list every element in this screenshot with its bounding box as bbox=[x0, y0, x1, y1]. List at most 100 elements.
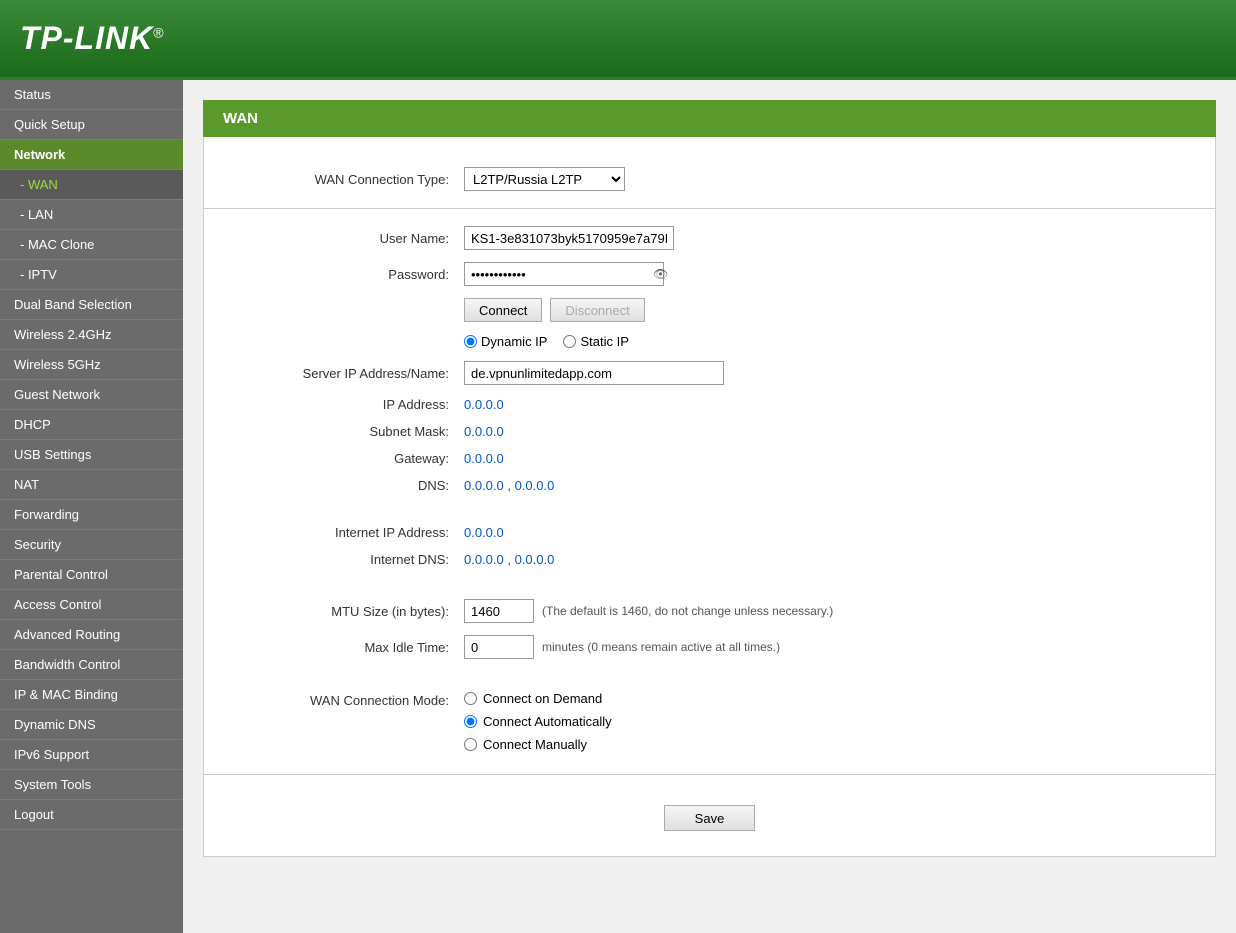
dynamic-ip-option[interactable]: Dynamic IP bbox=[464, 334, 547, 349]
sidebar-item-advanced-routing[interactable]: Advanced Routing bbox=[0, 620, 183, 650]
dynamic-ip-label: Dynamic IP bbox=[481, 334, 547, 349]
wan-connection-type-label: WAN Connection Type: bbox=[204, 172, 464, 187]
ip-address-value: 0.0.0.0 bbox=[464, 397, 504, 412]
password-input[interactable] bbox=[465, 263, 653, 285]
max-idle-input[interactable] bbox=[464, 635, 534, 659]
static-ip-radio[interactable] bbox=[563, 335, 576, 348]
connect-manually-label: Connect Manually bbox=[483, 737, 587, 752]
connect-btns-field: Connect Disconnect bbox=[464, 298, 1215, 322]
internet-dns-label: Internet DNS: bbox=[204, 552, 464, 567]
server-ip-row: Server IP Address/Name: bbox=[204, 359, 1215, 387]
disconnect-button[interactable]: Disconnect bbox=[550, 298, 644, 322]
main-layout: Status Quick Setup Network - WAN - LAN -… bbox=[0, 80, 1236, 933]
dns-value: 0.0.0.0 , 0.0.0.0 bbox=[464, 478, 554, 493]
mtu-input[interactable] bbox=[464, 599, 534, 623]
wan-connection-type-row: WAN Connection Type: L2TP/Russia L2TP Dy… bbox=[204, 165, 1215, 193]
sidebar-item-quick-setup[interactable]: Quick Setup bbox=[0, 110, 183, 140]
divider-1 bbox=[204, 208, 1215, 209]
wan-mode-label: WAN Connection Mode: bbox=[204, 691, 464, 708]
sidebar-item-wireless-24[interactable]: Wireless 2.4GHz bbox=[0, 320, 183, 350]
static-ip-option[interactable]: Static IP bbox=[563, 334, 628, 349]
sidebar: Status Quick Setup Network - WAN - LAN -… bbox=[0, 80, 183, 933]
connect-button[interactable]: Connect bbox=[464, 298, 542, 322]
sidebar-item-system-tools[interactable]: System Tools bbox=[0, 770, 183, 800]
page-title: WAN bbox=[203, 100, 1216, 137]
connect-manually-radio[interactable] bbox=[464, 738, 477, 751]
username-row: User Name: bbox=[204, 224, 1215, 252]
sidebar-item-wan[interactable]: - WAN bbox=[0, 170, 183, 200]
sidebar-item-mac-clone[interactable]: - MAC Clone bbox=[0, 230, 183, 260]
sidebar-item-dual-band[interactable]: Dual Band Selection bbox=[0, 290, 183, 320]
sidebar-item-guest-network[interactable]: Guest Network bbox=[0, 380, 183, 410]
connect-on-demand-option[interactable]: Connect on Demand bbox=[464, 691, 612, 706]
dynamic-ip-radio[interactable] bbox=[464, 335, 477, 348]
save-row: Save bbox=[204, 790, 1215, 836]
sidebar-item-ip-mac-binding[interactable]: IP & MAC Binding bbox=[0, 680, 183, 710]
wan-mode-section: Connect on Demand Connect Automatically … bbox=[464, 691, 612, 752]
save-button[interactable]: Save bbox=[664, 805, 756, 831]
internet-dns-field: 0.0.0.0 , 0.0.0.0 bbox=[464, 552, 1215, 567]
dns-label: DNS: bbox=[204, 478, 464, 493]
header: TP-LINK® bbox=[0, 0, 1236, 80]
mtu-hint: (The default is 1460, do not change unle… bbox=[542, 604, 833, 618]
content-area: WAN WAN Connection Type: L2TP/Russia L2T… bbox=[183, 80, 1236, 933]
internet-ip-value: 0.0.0.0 bbox=[464, 525, 504, 540]
subnet-mask-row: Subnet Mask: 0.0.0.0 bbox=[204, 422, 1215, 441]
mtu-row: MTU Size (in bytes): (The default is 146… bbox=[204, 597, 1215, 625]
gateway-field: 0.0.0.0 bbox=[464, 451, 1215, 466]
logo-reg: ® bbox=[153, 24, 164, 40]
connect-on-demand-radio[interactable] bbox=[464, 692, 477, 705]
password-label: Password: bbox=[204, 267, 464, 282]
sidebar-item-bandwidth-control[interactable]: Bandwidth Control bbox=[0, 650, 183, 680]
connect-manually-option[interactable]: Connect Manually bbox=[464, 737, 612, 752]
connect-automatically-radio[interactable] bbox=[464, 715, 477, 728]
dns-row: DNS: 0.0.0.0 , 0.0.0.0 bbox=[204, 476, 1215, 495]
gateway-label: Gateway: bbox=[204, 451, 464, 466]
sidebar-item-security[interactable]: Security bbox=[0, 530, 183, 560]
wan-connection-type-select[interactable]: L2TP/Russia L2TP Dynamic IP Static IP PP… bbox=[464, 167, 625, 191]
gateway-row: Gateway: 0.0.0.0 bbox=[204, 449, 1215, 468]
username-input[interactable] bbox=[464, 226, 674, 250]
ip-address-row: IP Address: 0.0.0.0 bbox=[204, 395, 1215, 414]
sidebar-item-nat[interactable]: NAT bbox=[0, 470, 183, 500]
subnet-mask-label: Subnet Mask: bbox=[204, 424, 464, 439]
password-toggle-icon[interactable]: 👁 bbox=[653, 263, 668, 285]
wan-connection-type-field: L2TP/Russia L2TP Dynamic IP Static IP PP… bbox=[464, 167, 1215, 191]
sidebar-item-access-control[interactable]: Access Control bbox=[0, 590, 183, 620]
server-ip-input[interactable] bbox=[464, 361, 724, 385]
sidebar-item-status[interactable]: Status bbox=[0, 80, 183, 110]
username-label: User Name: bbox=[204, 231, 464, 246]
password-field: 👁 bbox=[464, 262, 1215, 286]
sidebar-item-usb-settings[interactable]: USB Settings bbox=[0, 440, 183, 470]
dns-field: 0.0.0.0 , 0.0.0.0 bbox=[464, 478, 1215, 493]
mtu-field: (The default is 1460, do not change unle… bbox=[464, 599, 1215, 623]
sidebar-item-iptv[interactable]: - IPTV bbox=[0, 260, 183, 290]
connect-automatically-label: Connect Automatically bbox=[483, 714, 612, 729]
password-row: Password: 👁 bbox=[204, 260, 1215, 288]
sidebar-item-dhcp[interactable]: DHCP bbox=[0, 410, 183, 440]
ip-type-field: Dynamic IP Static IP bbox=[464, 334, 1215, 349]
sidebar-item-lan[interactable]: - LAN bbox=[0, 200, 183, 230]
sidebar-item-forwarding[interactable]: Forwarding bbox=[0, 500, 183, 530]
ip-address-label: IP Address: bbox=[204, 397, 464, 412]
sidebar-item-ipv6-support[interactable]: IPv6 Support bbox=[0, 740, 183, 770]
sidebar-item-wireless-5[interactable]: Wireless 5GHz bbox=[0, 350, 183, 380]
max-idle-row: Max Idle Time: minutes (0 means remain a… bbox=[204, 633, 1215, 661]
subnet-mask-field: 0.0.0.0 bbox=[464, 424, 1215, 439]
max-idle-label: Max Idle Time: bbox=[204, 640, 464, 655]
logo: TP-LINK® bbox=[20, 20, 165, 57]
sidebar-item-network[interactable]: Network bbox=[0, 140, 183, 170]
sidebar-item-logout[interactable]: Logout bbox=[0, 800, 183, 830]
connect-on-demand-label: Connect on Demand bbox=[483, 691, 602, 706]
static-ip-label: Static IP bbox=[580, 334, 628, 349]
ip-address-field: 0.0.0.0 bbox=[464, 397, 1215, 412]
subnet-mask-value: 0.0.0.0 bbox=[464, 424, 504, 439]
wan-mode-row: WAN Connection Mode: Connect on Demand C… bbox=[204, 689, 1215, 754]
wan-mode-field: Connect on Demand Connect Automatically … bbox=[464, 691, 1215, 752]
connect-automatically-option[interactable]: Connect Automatically bbox=[464, 714, 612, 729]
sidebar-item-dynamic-dns[interactable]: Dynamic DNS bbox=[0, 710, 183, 740]
internet-dns-row: Internet DNS: 0.0.0.0 , 0.0.0.0 bbox=[204, 550, 1215, 569]
connect-btns-row: Connect Disconnect bbox=[204, 296, 1215, 324]
sidebar-item-parental-control[interactable]: Parental Control bbox=[0, 560, 183, 590]
username-field bbox=[464, 226, 1215, 250]
